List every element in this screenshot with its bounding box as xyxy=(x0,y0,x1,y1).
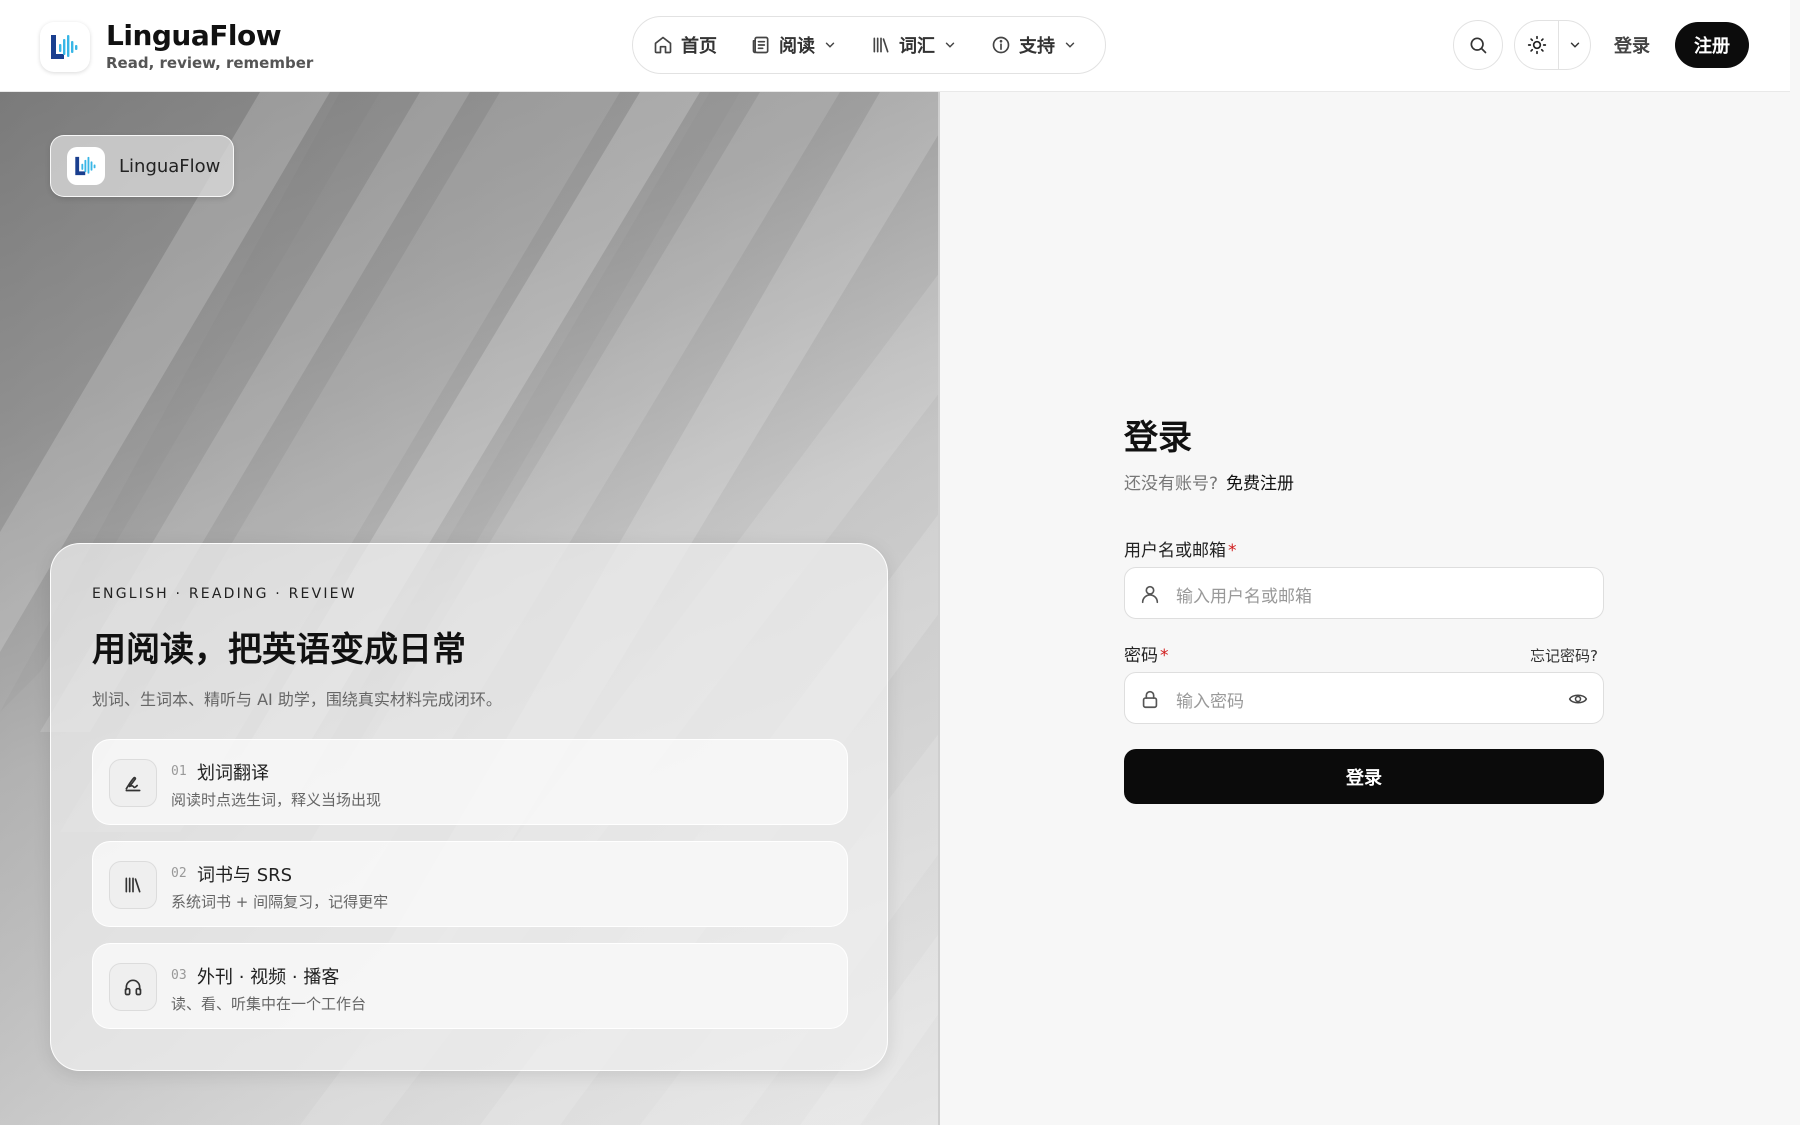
hero-title: 用阅读，把英语变成日常 xyxy=(92,630,466,670)
feature-title: 划词翻译 xyxy=(197,763,269,784)
feature-title: 外刊 · 视频 · 播客 xyxy=(197,967,340,988)
library-icon xyxy=(109,861,157,909)
login-submit-button[interactable]: 登录 xyxy=(1124,749,1604,804)
hero-brand-badge: LinguaFlow xyxy=(50,135,234,197)
required-mark: * xyxy=(1160,646,1169,666)
chevron-down-icon xyxy=(825,42,835,48)
info-icon xyxy=(992,36,1010,54)
feature-number: 02 xyxy=(171,866,187,881)
feature-card: 01 划词翻译 阅读时点选生词，释义当场出现 xyxy=(92,739,848,825)
nav-item-reading[interactable]: 阅读 xyxy=(751,32,837,58)
chevron-down-icon xyxy=(945,42,955,48)
user-icon xyxy=(1141,585,1159,604)
required-mark: * xyxy=(1228,541,1237,561)
password-input[interactable]: 输入密码 xyxy=(1124,672,1604,724)
login-prompt: 还没有账号? 免费注册 xyxy=(1124,469,1294,494)
lock-icon xyxy=(1142,690,1158,709)
nav-label: 词汇 xyxy=(899,36,935,57)
feature-description: 阅读时点选生词，释义当场出现 xyxy=(171,791,382,809)
library-icon xyxy=(873,37,889,53)
top-header: LinguaFlow Read, review, remember 首页 阅读 … xyxy=(0,0,1790,92)
feature-card: 03 外刊 · 视频 · 播客 读、看、听集中在一个工作台 xyxy=(92,943,848,1029)
feature-number: 03 xyxy=(171,968,187,983)
nav-item-home[interactable]: 首页 xyxy=(653,32,717,58)
nav-item-vocabulary[interactable]: 词汇 xyxy=(871,32,957,58)
password-label: 密码 * xyxy=(1124,641,1169,666)
search-button[interactable] xyxy=(1453,20,1503,70)
header-login-link[interactable]: 登录 xyxy=(1614,32,1650,58)
feature-description: 读、看、听集中在一个工作台 xyxy=(171,995,367,1013)
newspaper-icon xyxy=(752,36,769,54)
chevron-down-icon xyxy=(1065,42,1075,48)
username-input[interactable]: 输入用户名或邮箱 xyxy=(1124,567,1604,619)
hero-panel: LinguaFlow ENGLISH · READING · REVIEW 用阅… xyxy=(0,92,940,1125)
logo-icon xyxy=(67,147,105,185)
username-label-text: 用户名或邮箱 xyxy=(1124,541,1226,561)
header-register-button[interactable]: 注册 xyxy=(1675,22,1749,68)
username-label: 用户名或邮箱 * xyxy=(1124,536,1237,561)
feature-description: 系统词书 + 间隔复习，记得更牢 xyxy=(171,893,389,911)
nav-label: 支持 xyxy=(1019,36,1055,57)
brand[interactable]: LinguaFlow Read, review, remember xyxy=(40,20,313,74)
headphones-icon xyxy=(109,963,157,1011)
forgot-password-link[interactable]: 忘记密码? xyxy=(1530,645,1598,666)
brand-name: LinguaFlow xyxy=(106,19,282,52)
home-icon xyxy=(654,36,672,54)
theme-toggle xyxy=(1514,20,1591,70)
signature-icon xyxy=(109,759,157,807)
hero-badge-name: LinguaFlow xyxy=(119,155,221,177)
logo-icon xyxy=(40,22,90,72)
brand-tagline: Read, review, remember xyxy=(106,54,314,72)
username-placeholder: 输入用户名或邮箱 xyxy=(1176,587,1312,607)
nav-label: 首页 xyxy=(681,36,717,57)
feature-number: 01 xyxy=(171,764,187,779)
sun-icon xyxy=(1527,35,1546,55)
login-title: 登录 xyxy=(1124,418,1192,458)
panel-divider xyxy=(938,92,940,1125)
register-link[interactable]: 免费注册 xyxy=(1226,474,1294,494)
feature-title: 词书与 SRS xyxy=(197,865,293,886)
main-nav: 首页 阅读 词汇 支持 xyxy=(632,16,1106,74)
no-account-text: 还没有账号? xyxy=(1124,474,1219,494)
chevron-down-icon xyxy=(1570,42,1579,48)
hero-eyebrow: ENGLISH · READING · REVIEW xyxy=(92,586,357,602)
password-placeholder: 输入密码 xyxy=(1176,692,1244,712)
eye-icon[interactable] xyxy=(1567,689,1589,709)
nav-item-support[interactable]: 支持 xyxy=(991,32,1077,58)
theme-button[interactable] xyxy=(1515,21,1558,69)
password-label-text: 密码 xyxy=(1124,646,1158,666)
search-icon xyxy=(1470,37,1487,54)
feature-card: 02 词书与 SRS 系统词书 + 间隔复习，记得更牢 xyxy=(92,841,848,927)
theme-dropdown-button[interactable] xyxy=(1558,21,1590,69)
hero-card: ENGLISH · READING · REVIEW 用阅读，把英语变成日常 划… xyxy=(50,543,888,1071)
nav-label: 阅读 xyxy=(779,36,815,57)
hero-subtitle: 划词、生词本、精听与 AI 助学，围绕真实材料完成闭环。 xyxy=(92,690,502,709)
